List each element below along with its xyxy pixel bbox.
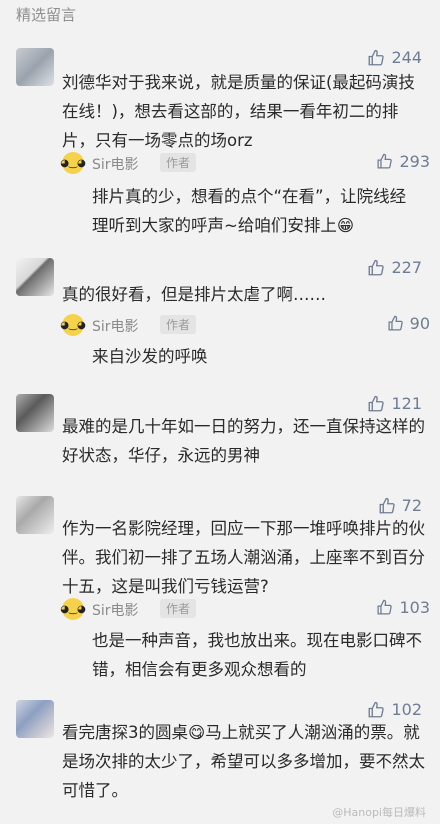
comment-text: 作为一名影院经理，回应一下那一堆呼唤排片的伙伴。我们初一排了五场人潮汹涌，上座率… [62, 519, 425, 596]
like-button[interactable]: 102 [367, 700, 422, 719]
author-avatar: ◕‿◕ [60, 152, 86, 174]
reply-text: 来自沙发的呼唤 [92, 347, 208, 366]
reply-like-button[interactable]: 293 [376, 152, 430, 171]
comment-item: 121 最难的是几十年如一日的努力，还一直保持这样的好状态，华仔，永远的男神 [0, 386, 440, 486]
like-count: 244 [391, 48, 422, 67]
author-badge: 作者 [160, 315, 197, 334]
like-count: 102 [391, 700, 422, 719]
reply-text: 排片真的少，想看的点个“在看”，让院线经理听到大家的呼声~给咱们安排上😁 [92, 187, 407, 235]
comment-item: 102 看完唐探3的圆桌😋马上就买了人潮汹涌的票。就是场次排的太少了，希望可以多… [0, 694, 440, 814]
like-button[interactable]: 72 [378, 496, 422, 515]
avatar[interactable] [16, 394, 54, 432]
avatar[interactable] [16, 496, 54, 534]
comment-text: 真的很好看，但是排片太虐了啊…… [62, 285, 326, 304]
like-count: 121 [391, 394, 422, 413]
like-count: 90 [409, 314, 430, 333]
thumbs-up-icon [377, 599, 393, 615]
comment-text: 最难的是几十年如一日的努力，还一直保持这样的好状态，华仔，永远的男神 [62, 417, 425, 465]
like-button[interactable]: 244 [367, 48, 422, 67]
thumbs-up-icon [369, 395, 385, 411]
like-count: 103 [399, 598, 430, 617]
like-button[interactable]: 227 [367, 258, 422, 277]
avatar[interactable] [16, 258, 54, 296]
like-count: 293 [399, 152, 430, 171]
thumbs-up-icon [369, 259, 385, 275]
watermark: @Hanopi每日爆料 [332, 806, 426, 819]
author-avatar: ◕‿◕ [60, 598, 86, 620]
like-count: 227 [391, 258, 422, 277]
reply-like-button[interactable]: 103 [376, 598, 430, 617]
like-count: 72 [401, 496, 422, 515]
thumbs-up-icon [379, 497, 395, 513]
avatar[interactable] [16, 48, 54, 86]
author-name: Sir电影 [92, 319, 139, 335]
comment-text: 看完唐探3的圆桌😋马上就买了人潮汹涌的票。就是场次排的太少了，希望可以多多增加，… [62, 723, 425, 800]
thumbs-up-icon [377, 153, 393, 169]
section-header: 精选留言 [0, 0, 440, 30]
thumbs-up-icon [369, 49, 385, 65]
like-button[interactable]: 121 [367, 394, 422, 413]
author-badge: 作者 [160, 153, 197, 172]
comment-text: 刘德华对于我来说，就是质量的保证(最起码演技在线！)，想去看这部的，结果一看年初… [62, 73, 415, 150]
author-avatar: ◕‿◕ [60, 314, 86, 336]
comment-item: 227 真的很好看，但是排片太虐了啊…… ◕‿◕ Sir电影 作者 90 来自沙… [0, 250, 440, 370]
comment-item: 72 作为一名影院经理，回应一下那一堆呼唤排片的伙伴。我们初一排了五场人潮汹涌，… [0, 490, 440, 680]
comment-item: 244 刘德华对于我来说，就是质量的保证(最起码演技在线！)，想去看这部的，结果… [0, 40, 440, 235]
author-name: Sir电影 [92, 603, 139, 619]
thumbs-up-icon [369, 701, 385, 717]
thumbs-up-icon [388, 315, 403, 331]
avatar[interactable] [16, 700, 54, 738]
author-name: Sir电影 [92, 157, 139, 173]
reply-text: 也是一种声音，我也放出来。现在电影口碑不错，相信会有更多观众想看的 [92, 631, 422, 679]
reply-like-button[interactable]: 90 [387, 314, 430, 333]
author-badge: 作者 [160, 599, 197, 618]
section-title: 精选留言 [16, 6, 77, 24]
